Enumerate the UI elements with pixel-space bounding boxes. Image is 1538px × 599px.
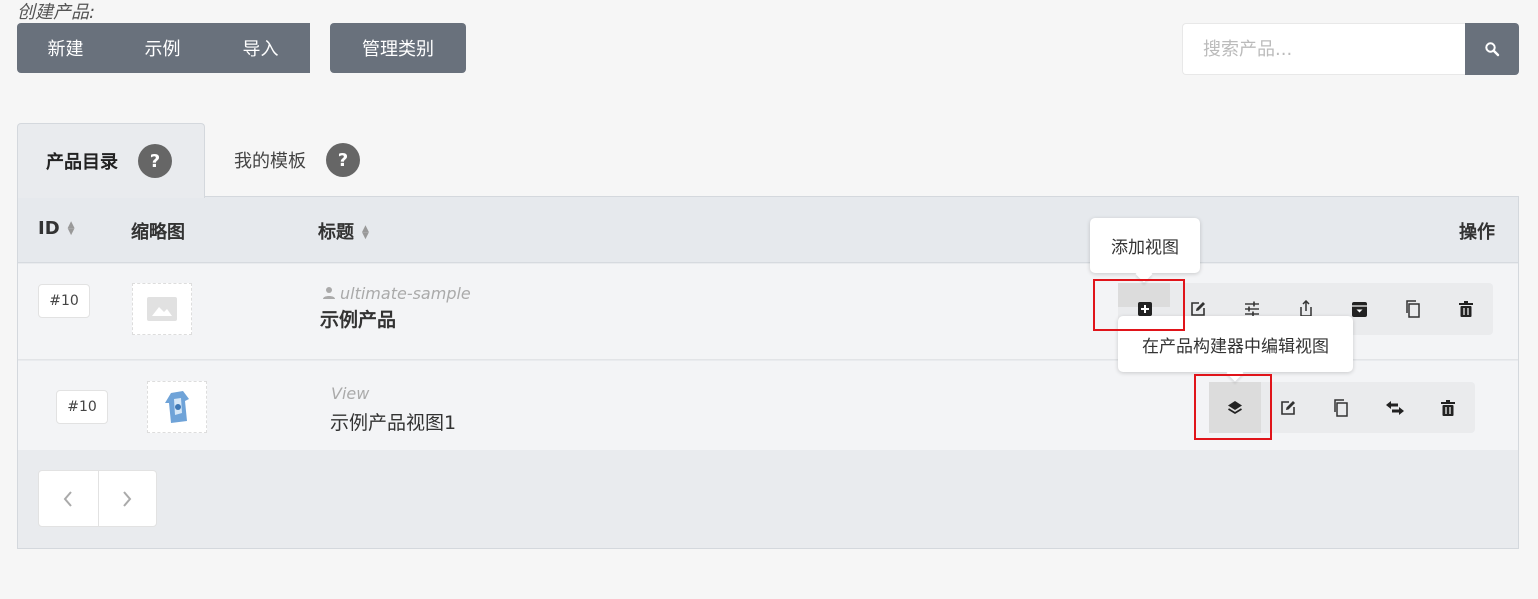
- tab-product-catalog[interactable]: 产品目录 ?: [17, 123, 205, 198]
- trash-icon: [1441, 399, 1456, 416]
- id-badge: #10: [56, 390, 108, 424]
- search-box: [1182, 23, 1465, 75]
- view-row-actions: [1209, 382, 1475, 433]
- sort-icon: ▲ ▼: [362, 224, 369, 241]
- duplicate-button[interactable]: [1386, 283, 1440, 335]
- create-product-label: 创建产品:: [17, 2, 96, 23]
- import-button[interactable]: 导入: [211, 23, 310, 73]
- shirt-image-icon: [165, 391, 189, 423]
- id-badge: #10: [38, 284, 90, 318]
- edit-in-builder-tooltip: 在产品构建器中编辑视图: [1118, 316, 1353, 372]
- sliders-icon: [1244, 301, 1259, 317]
- delete-button[interactable]: [1422, 382, 1475, 433]
- copy-icon: [1405, 300, 1420, 318]
- delete-button[interactable]: [1439, 283, 1493, 335]
- help-icon[interactable]: ?: [138, 144, 172, 178]
- edit-in-builder-button[interactable]: [1209, 382, 1262, 433]
- chevron-left-icon: [63, 490, 73, 507]
- view-thumbnail: [147, 381, 207, 433]
- column-header-title[interactable]: 标题 ▲ ▼: [318, 218, 369, 244]
- tab-label: 我的模板: [234, 151, 306, 172]
- edit-icon: [1281, 400, 1296, 415]
- search-input[interactable]: [1183, 24, 1465, 74]
- product-owner: ultimate-sample: [322, 284, 471, 303]
- transfer-button[interactable]: [1368, 382, 1421, 433]
- image-placeholder-icon: [147, 297, 177, 321]
- create-button-group: 新建 示例 导入: [17, 23, 310, 73]
- new-button[interactable]: 新建: [17, 23, 114, 73]
- sample-button[interactable]: 示例: [114, 23, 211, 73]
- column-header-thumbnail: 缩略图: [131, 222, 185, 243]
- edit-icon: [1191, 302, 1206, 316]
- tab-label: 产品目录: [46, 152, 118, 173]
- view-title[interactable]: 示例产品视图1: [330, 408, 456, 435]
- tab-my-templates[interactable]: 我的模板 ?: [205, 123, 395, 197]
- duplicate-button[interactable]: [1315, 382, 1368, 433]
- add-box-icon: [1137, 302, 1152, 316]
- manage-categories-button[interactable]: 管理类别: [330, 23, 466, 73]
- next-page-button[interactable]: [97, 471, 157, 526]
- product-title[interactable]: 示例产品: [320, 305, 396, 332]
- column-header-actions: 操作: [1459, 222, 1495, 243]
- table-header: [18, 197, 1518, 263]
- layers-icon: [1228, 400, 1243, 414]
- swap-arrows-icon: [1385, 400, 1404, 415]
- column-header-id[interactable]: ID ▲ ▼: [38, 218, 75, 239]
- pagination: [38, 470, 157, 527]
- copy-icon: [1334, 398, 1349, 417]
- search-button[interactable]: [1465, 23, 1519, 75]
- sort-icon: ▲ ▼: [67, 220, 75, 237]
- user-icon: [323, 287, 335, 299]
- search-icon: [1485, 42, 1500, 57]
- trash-icon: [1459, 301, 1474, 317]
- prev-page-button[interactable]: [39, 471, 98, 526]
- view-type-label: View: [331, 384, 370, 403]
- product-thumbnail: [132, 283, 192, 335]
- add-view-tooltip: 添加视图: [1090, 218, 1200, 273]
- archive-icon: [1351, 301, 1367, 317]
- chevron-right-icon: [123, 490, 132, 507]
- help-icon[interactable]: ?: [326, 143, 360, 177]
- edit-button[interactable]: [1261, 382, 1314, 433]
